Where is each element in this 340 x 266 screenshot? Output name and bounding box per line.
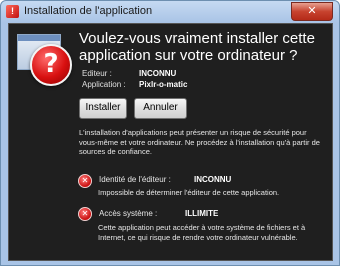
close-button[interactable]: ✕ xyxy=(291,2,333,21)
risk-label: Identité de l'éditeur : xyxy=(99,175,171,184)
prompt-headline: Voulez-vous vraiment installer cette app… xyxy=(79,30,315,64)
risk-value: ILLIMITE xyxy=(185,209,219,218)
install-button[interactable]: Installer xyxy=(79,98,127,119)
title-bar[interactable]: ! Installation de l'application ✕ xyxy=(1,1,339,23)
cancel-button[interactable]: Annuler xyxy=(134,98,187,119)
risk-value: INCONNU xyxy=(194,175,232,184)
publisher-label: Editeur : xyxy=(82,69,112,78)
error-x-icon: ✕ xyxy=(78,174,92,188)
publisher-value: INCONNU xyxy=(139,69,177,78)
error-x-icon: ✕ xyxy=(78,207,92,221)
security-warning-text: L'installation d'applications peut prése… xyxy=(79,128,320,156)
window-title: Installation de l'application xyxy=(24,5,153,17)
installer-window: ! Installation de l'application ✕ ? Voul… xyxy=(0,0,340,266)
risk-label: Accès système : xyxy=(99,209,158,218)
risk-description: Impossible de déterminer l'éditeur de ce… xyxy=(98,188,280,197)
question-warning-icon: ? xyxy=(30,44,72,86)
risk-description: Cette application peut accéder à votre s… xyxy=(98,223,306,242)
app-title-icon: ! xyxy=(6,5,19,18)
application-label: Application : xyxy=(82,80,126,89)
application-value: Pixlr-o-matic xyxy=(139,80,188,89)
dialog-content: ? Voulez-vous vraiment installer cette a… xyxy=(8,23,333,261)
